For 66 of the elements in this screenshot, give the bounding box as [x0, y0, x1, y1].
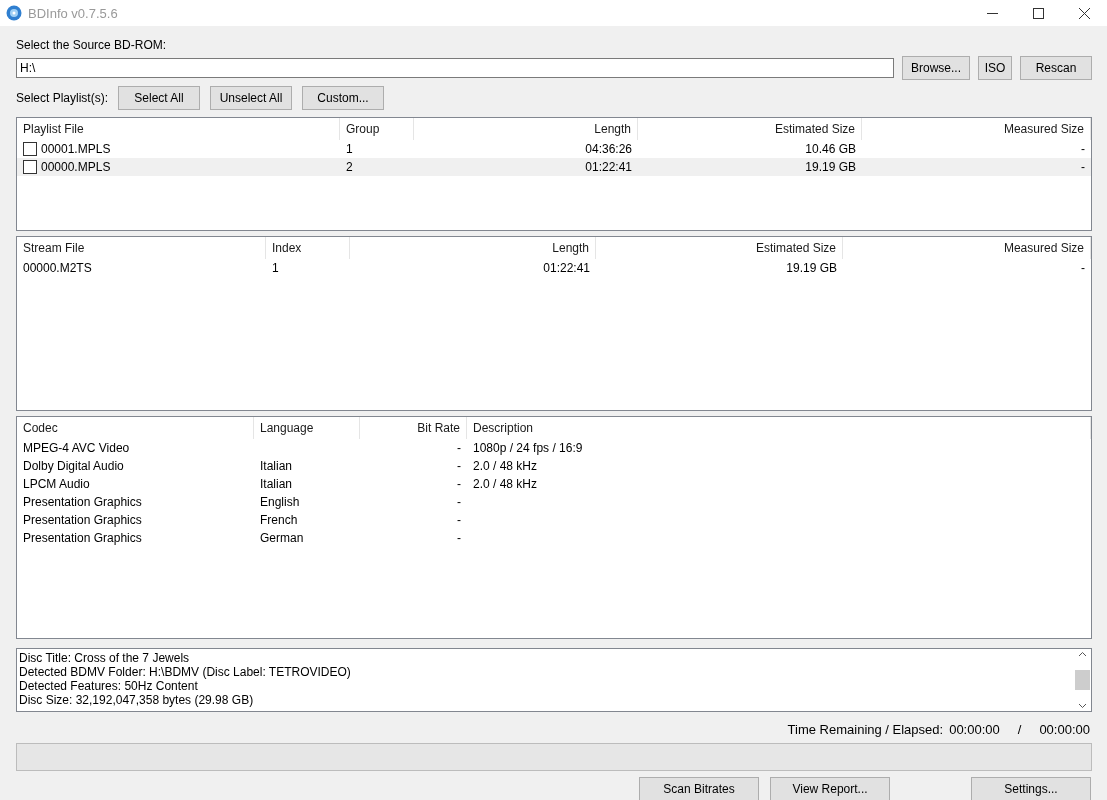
- table-cell: MPEG-4 AVC Video: [23, 441, 130, 455]
- source-label: Select the Source BD-ROM:: [16, 38, 168, 52]
- table-cell: English: [260, 495, 300, 509]
- custom-button[interactable]: Custom...: [302, 86, 385, 110]
- table-cell: 19.19 GB: [786, 261, 837, 275]
- scrollbar[interactable]: [1074, 649, 1091, 711]
- info-line: Disc Size: 32,192,047,358 bytes (29.98 GB): [19, 693, 255, 707]
- table-cell: -: [457, 441, 461, 455]
- table-cell: -: [457, 531, 461, 545]
- info-line: Detected BDMV Folder: H:\BDMV (Disc Label: TETROVIDEO): [19, 665, 352, 679]
- time-label: Time Remaining / Elapsed:: [787, 722, 944, 737]
- table-cell: 10.46 GB: [805, 142, 856, 156]
- view-report-button[interactable]: View Report...: [770, 777, 890, 800]
- checkbox[interactable]: [23, 160, 37, 174]
- table-cell: Presentation Graphics: [23, 513, 142, 527]
- table-cell: Italian: [260, 477, 293, 491]
- settings-button[interactable]: Settings...: [971, 777, 1091, 800]
- table-cell: 00000.M2TS: [23, 261, 92, 275]
- scroll-up-icon[interactable]: [1078, 651, 1087, 657]
- table-cell: 01:22:41: [543, 261, 590, 275]
- table-cell: 01:22:41: [585, 160, 632, 174]
- table-cell: -: [1081, 160, 1085, 174]
- list-row[interactable]: 00000.MPLS 2 01:22:41 19.19 GB -: [17, 158, 1091, 176]
- unselect-all-button[interactable]: Unselect All: [210, 86, 293, 110]
- table-cell: 00000.MPLS: [41, 160, 111, 174]
- disc-icon: [6, 5, 22, 21]
- table-cell: Presentation Graphics: [23, 495, 142, 509]
- table-cell: French: [260, 513, 298, 527]
- table-cell: -: [457, 513, 461, 527]
- table-cell: Dolby Digital Audio: [23, 459, 124, 473]
- close-icon: [1078, 7, 1090, 19]
- table-cell: 2.0 / 48 kHz: [473, 459, 538, 473]
- rescan-button[interactable]: Rescan: [1020, 56, 1092, 80]
- table-cell: -: [457, 477, 461, 491]
- maximize-icon: [1032, 7, 1044, 19]
- table-cell: 04:36:26: [585, 142, 632, 156]
- table-cell: -: [1081, 142, 1085, 156]
- minimize-icon: [986, 12, 998, 14]
- info-line: Detected Features: 50Hz Content: [19, 679, 199, 693]
- source-path-field[interactable]: H:\: [16, 58, 894, 78]
- window-title: BDInfo v0.7.5.6: [28, 5, 119, 21]
- playlist-label: Select Playlist(s):: [16, 91, 109, 105]
- table-cell: 00001.MPLS: [41, 142, 111, 156]
- checkbox[interactable]: [23, 142, 37, 156]
- scan-bitrates-button[interactable]: Scan Bitrates: [639, 777, 759, 800]
- browse-button[interactable]: Browse...: [902, 56, 970, 80]
- table-cell: -: [457, 459, 461, 473]
- table-cell: -: [457, 495, 461, 509]
- scroll-down-icon[interactable]: [1078, 703, 1087, 709]
- table-cell: -: [1081, 261, 1085, 275]
- table-cell: German: [260, 531, 304, 545]
- table-cell: Italian: [260, 459, 293, 473]
- table-cell: 1: [272, 261, 279, 275]
- table-cell: 1: [346, 142, 353, 156]
- table-cell: Presentation Graphics: [23, 531, 142, 545]
- table-cell: 19.19 GB: [805, 160, 856, 174]
- table-cell: 2.0 / 48 kHz: [473, 477, 538, 491]
- table-cell: 2: [346, 160, 353, 174]
- time-remaining: 00:00:00: [949, 722, 1000, 737]
- info-line: Disc Title: Cross of the 7 Jewels: [19, 651, 191, 665]
- time-elapsed: 00:00:00: [1039, 722, 1090, 737]
- table-cell: LPCM Audio: [23, 477, 90, 491]
- table-cell: 1080p / 24 fps / 16:9: [473, 441, 583, 455]
- select-all-button[interactable]: Select All: [118, 86, 201, 110]
- time-separator: /: [1017, 722, 1022, 737]
- iso-button[interactable]: ISO: [978, 56, 1012, 80]
